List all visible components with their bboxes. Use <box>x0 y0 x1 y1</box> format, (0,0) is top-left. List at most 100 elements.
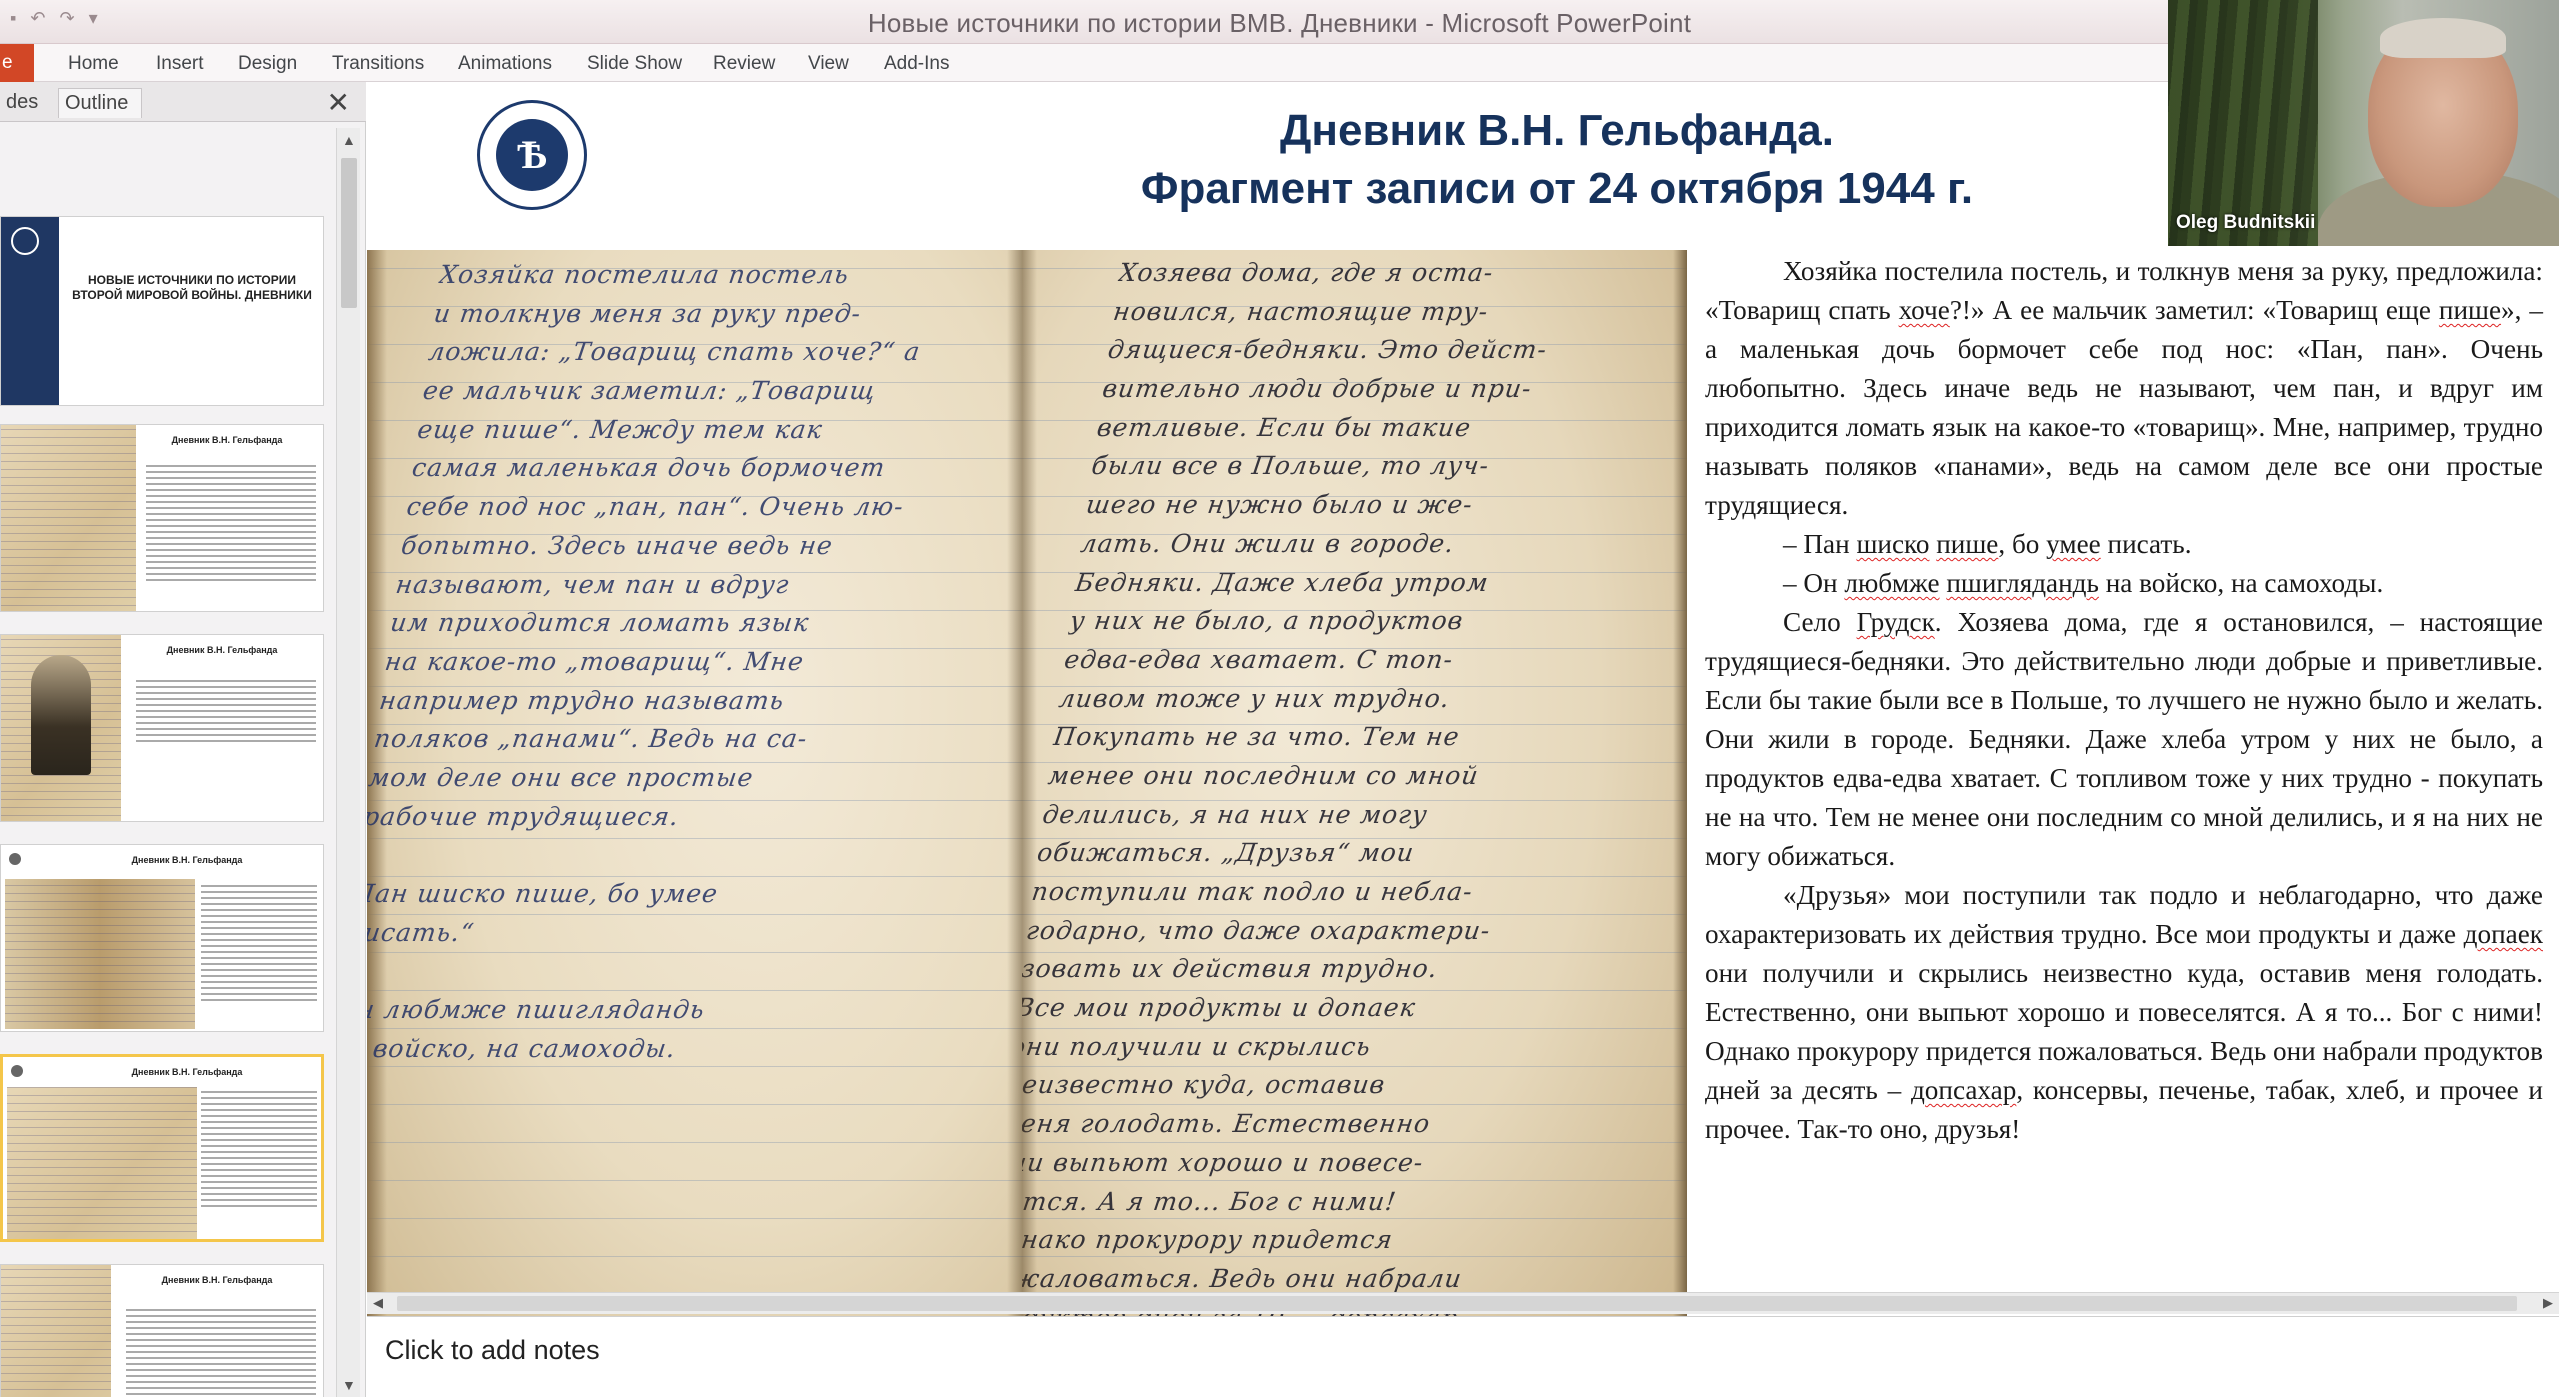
scrollbar-thumb[interactable] <box>341 158 357 308</box>
notes-placeholder[interactable]: Click to add notes <box>385 1335 600 1366</box>
slides-pane: des Outline ✕ НОВЫЕ ИСТОЧНИКИ ПО ИСТОРИИ… <box>0 82 366 1397</box>
spellcheck-word: допаек <box>2463 919 2543 949</box>
scroll-up-icon[interactable]: ▲ <box>342 132 356 148</box>
handwriting-line: у них не было, а продуктов <box>1067 606 1466 636</box>
scrollbar-thumb[interactable] <box>397 1296 2517 1311</box>
handwriting-line: были все в Польше, то луч- <box>1089 451 1492 481</box>
handwriting-line: делились, я на них не могу <box>1040 799 1430 829</box>
participant-name: Oleg Budnitskii <box>2176 212 2316 233</box>
handwriting-line: Однако прокурору придется <box>1022 1225 1395 1255</box>
handwriting-line: ее мальчик заметил: „Товарищ <box>421 376 878 406</box>
handwriting-line: им приходится ломать язык <box>388 608 812 638</box>
handwriting-line: они выпьют хорошо и повесе- <box>1022 1147 1426 1177</box>
slide-thumbnail[interactable]: Дневник В.Н. Гельфанда <box>0 1264 324 1397</box>
transcript-textbox[interactable]: Хозяйка постелила постель, и толкнув мен… <box>1705 252 2543 1149</box>
text-run: – Он <box>1783 568 1845 598</box>
slide-title-line2: Фрагмент записи от 24 октября 1944 г. <box>1140 164 1974 213</box>
handwriting-line: они получили и скрылись <box>1022 1031 1373 1061</box>
horizontal-scrollbar[interactable]: ◀ ▶ <box>367 1292 2559 1314</box>
slide-thumbnail-selected[interactable]: Дневник В.Н. Гельфанда <box>0 1054 324 1242</box>
tab-review[interactable]: Review <box>713 53 775 75</box>
transcript-paragraph: – Он любмже пшиглядандь на войско, на са… <box>1705 564 2543 603</box>
slide-title[interactable]: Дневник В.Н. Гельфанда. Фрагмент записи … <box>1047 102 2067 218</box>
scroll-right-icon[interactable]: ▶ <box>2543 1295 2553 1311</box>
thumbnail-text-lines <box>146 465 316 585</box>
text-run: », – а маленькая дочь бормочет себе под … <box>1705 295 2543 520</box>
handwriting-line: Покупать не за что. Тем не <box>1051 722 1462 752</box>
tab-outline[interactable]: Outline <box>58 88 142 118</box>
spellcheck-word: Грудск <box>1856 607 1935 637</box>
thumbnail-text-lines <box>136 680 316 746</box>
logo-icon <box>11 227 39 255</box>
tab-transitions[interactable]: Transitions <box>332 53 424 75</box>
transcript-paragraph: Хозяйка постелила постель, и толкнув мен… <box>1705 252 2543 525</box>
spellcheck-word: хоче <box>1898 295 1950 325</box>
scroll-left-icon[interactable]: ◀ <box>373 1295 383 1311</box>
handwriting-line: вительно люди добрые и при- <box>1100 374 1534 404</box>
handwriting-right: Хозяева дома, где я оста-новился, настоя… <box>1022 254 1687 1370</box>
spellcheck-word: шиско <box>1856 529 1930 559</box>
handwriting-line: Бедняки. Даже хлеба утром <box>1073 567 1491 597</box>
slide-thumbnail[interactable]: Дневник В.Н. Гельфанда <box>0 424 324 612</box>
thumbnail-title: Дневник В.Н. Гельфанда <box>131 855 243 865</box>
handwriting-line <box>367 836 986 875</box>
slide-canvas[interactable]: Ѣ Дневник В.Н. Гельфанда. Фрагмент запис… <box>367 82 2559 1370</box>
handwriting-line: неизвестно куда, оставив <box>1022 1070 1388 1100</box>
spellcheck-word: допсахар <box>1910 1075 2017 1105</box>
animation-icon <box>11 1065 23 1077</box>
tab-slide-show[interactable]: Slide Show <box>587 53 682 75</box>
handwriting-line: мом деле они все простые <box>367 762 756 792</box>
handwriting-line: годарно, что даже охарактери- <box>1024 915 1493 945</box>
text-run: ?!» А ее мальчик заметил: «Товарищ еще <box>1949 295 2439 325</box>
scroll-down-icon[interactable]: ▼ <box>342 1377 356 1393</box>
tab-view[interactable]: View <box>808 53 849 75</box>
handwriting-line: обижаться. „Друзья“ мои <box>1035 838 1417 868</box>
tab-insert[interactable]: Insert <box>156 53 204 75</box>
handwriting-line: на войско, на самоходы. <box>367 1033 679 1063</box>
tab-design[interactable]: Design <box>238 53 297 75</box>
tab-home[interactable]: Home <box>68 53 119 75</box>
text-run: . Хозяева дома, где я остановился, – нас… <box>1705 607 2543 871</box>
tab-slides[interactable]: des <box>0 88 44 118</box>
spellcheck-word: пшиглядандь <box>1946 568 2099 598</box>
transcript-paragraph: Село Грудск. Хозяева дома, где я останов… <box>1705 603 2543 876</box>
slide-thumbnail[interactable]: Дневник В.Н. Гельфанда <box>0 634 324 822</box>
handwriting-line: и толкнув меня за руку пред- <box>432 298 864 328</box>
handwriting-line: ливом тоже у них трудно. <box>1057 683 1452 713</box>
text-run: на войско, на самоходы. <box>2098 568 2384 598</box>
animation-icon <box>9 853 21 865</box>
handwriting-line: поляков „панами“. Ведь на са- <box>372 724 810 754</box>
thumbnails-scrollbar[interactable]: ▲ ▼ <box>336 128 360 1397</box>
logo-icon: Ѣ <box>496 119 568 191</box>
transcript-paragraph: «Друзья» мои поступили так подло и небла… <box>1705 876 2543 1149</box>
slide-title-line1: Дневник В.Н. Гельфанда. <box>1280 106 1834 155</box>
tab-add-ins[interactable]: Add-Ins <box>884 53 949 75</box>
slide-thumbnails: НОВЫЕ ИСТОЧНИКИ ПО ИСТОРИИ ВТОРОЙ МИРОВО… <box>0 128 330 1397</box>
handwriting-line: называют, чем пан и вдруг <box>393 569 792 599</box>
spellcheck-word: любмже <box>1844 568 1940 598</box>
diary-manuscript-image[interactable]: Хозяйка постелила постель и толкнув меня … <box>367 250 1687 1370</box>
notes-pane[interactable]: Click to add notes <box>367 1316 2559 1397</box>
background-trees <box>2168 0 2318 246</box>
slide-thumbnail[interactable]: НОВЫЕ ИСТОЧНИКИ ПО ИСТОРИИ ВТОРОЙ МИРОВО… <box>0 216 324 406</box>
text-run: Село <box>1783 607 1857 637</box>
handwriting-line: самая маленькая дочь бормочет <box>410 453 888 483</box>
close-icon[interactable]: ✕ <box>327 86 350 119</box>
handwriting-line: Он любмже пшиглядандь <box>367 995 707 1025</box>
tab-file[interactable]: e <box>0 44 34 82</box>
portrait-image <box>31 655 91 775</box>
handwriting-line: Все мои продукты и допаек <box>1022 993 1418 1023</box>
thumbnail-text-lines <box>126 1309 316 1397</box>
handwriting-line: на какое-то „товарищ“. Мне <box>383 646 807 676</box>
slide-thumbnail[interactable]: Дневник В.Н. Гельфанда <box>0 844 324 1032</box>
handwriting-line: едва-едва хватает. С топ- <box>1062 644 1456 674</box>
handwriting-line: новился, настоящие тру- <box>1111 296 1491 326</box>
diary-page-right: Хозяева дома, где я оста-новился, настоя… <box>1022 250 1687 1370</box>
thumbnail-title: Дневник В.Н. Гельфанда <box>166 645 278 655</box>
text-run: писать. <box>2100 529 2192 559</box>
tab-animations[interactable]: Animations <box>458 53 552 75</box>
handwriting-line: лятся. А я то... Бог с ними! <box>1022 1186 1399 1216</box>
thumbnail-text-lines <box>201 1091 317 1211</box>
text-run: «Друзья» мои поступили так подло и небла… <box>1705 880 2543 949</box>
handwriting-line: лать. Они жили в городе. <box>1078 528 1457 558</box>
